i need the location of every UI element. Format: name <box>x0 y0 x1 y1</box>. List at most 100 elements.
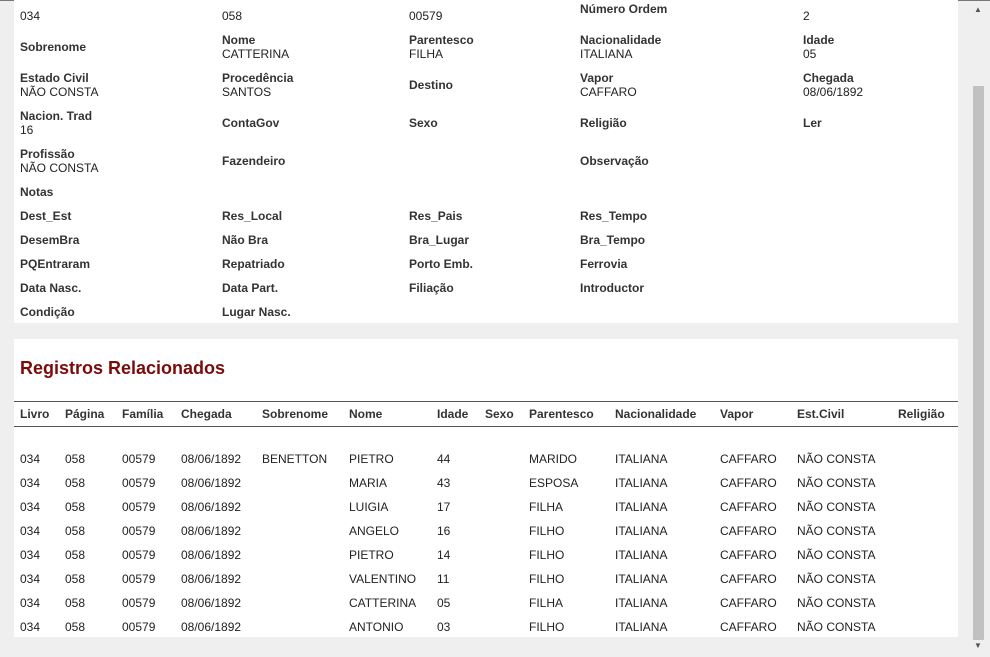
table-cell <box>892 543 958 567</box>
table-cell: 16 <box>437 524 451 538</box>
table-cell: 14 <box>437 548 451 562</box>
nao-bra-field: Não Bra <box>222 233 269 247</box>
table-row[interactable]: 034 058 00579 08/06/1892 VALENTINO 11 FILHO ITA… <box>14 567 958 591</box>
column-header: Parentesco <box>523 401 609 427</box>
dest-est-field: Dest_Est <box>20 209 72 223</box>
table-cell: NÃO CONSTA <box>797 524 876 538</box>
nome-field: Nome CATTERINA <box>222 33 290 61</box>
table-cell: PIETRO <box>349 452 394 466</box>
table-cell: CAFFARO <box>720 476 777 490</box>
table-cell: 00579 <box>122 476 156 490</box>
table-cell: 00579 <box>122 500 156 514</box>
table-cell <box>892 567 958 591</box>
table-cell: ITALIANA <box>615 596 668 610</box>
table-cell: 034 <box>20 452 41 466</box>
column-header: Família <box>116 401 175 427</box>
table-cell: 00579 <box>122 620 156 634</box>
table-row[interactable]: 034 058 00579 08/06/1892 ANTONIO 03 FILHO ITALI… <box>14 615 958 639</box>
familia-value: 00579 <box>409 9 443 23</box>
table-row[interactable]: 034 058 00579 08/06/1892 CATTERINA 05 FILHA ITA… <box>14 591 958 615</box>
ler-field: Ler <box>803 116 822 130</box>
triangle-down-icon[interactable]: ▼ <box>970 638 986 654</box>
chegada-field: Chegada 08/06/1892 <box>803 71 864 99</box>
table-cell <box>479 543 523 567</box>
table-cell: 058 <box>65 524 86 538</box>
table-cell: 034 <box>20 620 41 634</box>
table-cell: 05 <box>437 596 451 610</box>
table-cell: 11 <box>437 572 450 586</box>
table-row[interactable]: 034 058 00579 08/06/1892 BENETTON PIETRO 44 MAR… <box>14 447 958 471</box>
pagina-value: 058 <box>222 9 243 23</box>
table-cell: MARIA <box>349 476 388 490</box>
triangle-up-icon[interactable]: ▲ <box>970 2 986 18</box>
table-cell: 17 <box>437 500 451 514</box>
profissao-field: Profissão NÃO CONSTA <box>20 147 99 175</box>
table-cell: 034 <box>20 596 41 610</box>
column-header: Nome <box>343 401 431 427</box>
table-cell <box>479 447 523 471</box>
table-cell <box>892 447 958 471</box>
table-cell: ITALIANA <box>615 572 668 586</box>
table-cell: 058 <box>65 572 86 586</box>
table-cell: 00579 <box>122 572 156 586</box>
table-cell: 034 <box>20 524 41 538</box>
table-cell: 08/06/1892 <box>181 476 242 490</box>
table-cell: ITALIANA <box>615 620 668 634</box>
table-cell: CAFFARO <box>720 452 777 466</box>
table-cell: NÃO CONSTA <box>797 620 876 634</box>
related-records-table: Livro Página Família Chegada Sobrenome Nome Id… <box>14 401 958 639</box>
vertical-scrollbar[interactable]: ▲ ▼ <box>970 2 986 654</box>
bra-tempo-field: Bra_Tempo <box>580 233 646 247</box>
table-cell: 00579 <box>122 596 156 610</box>
table-cell <box>892 591 958 615</box>
table-row[interactable]: 034 058 00579 08/06/1892 LUIGIA 17 FILHA ITALIA… <box>14 495 958 519</box>
table-cell: 00579 <box>122 548 156 562</box>
table-cell: FILHO <box>529 524 565 538</box>
res-tempo-field: Res_Tempo <box>580 209 648 223</box>
table-row[interactable]: 034 058 00579 08/06/1892 PIETRO 14 FILHO ITALIA… <box>14 543 958 567</box>
table-cell: 058 <box>65 452 86 466</box>
related-records-panel: Registros Relacionados Livro Página Famíli… <box>14 339 958 637</box>
table-cell: ITALIANA <box>615 548 668 562</box>
table-cell <box>256 471 343 495</box>
observacao-field: Observação <box>580 154 649 168</box>
table-cell: 034 <box>20 548 41 562</box>
condicao-field: Condição <box>20 305 75 319</box>
table-cell: 034 <box>20 572 41 586</box>
introductor-field: Introductor <box>580 281 644 295</box>
table-cell: 08/06/1892 <box>181 524 242 538</box>
table-cell: CAFFARO <box>720 524 777 538</box>
table-cell: CAFFARO <box>720 572 777 586</box>
filiacao-field: Filiação <box>409 281 454 295</box>
column-header: Chegada <box>175 401 256 427</box>
table-cell: NÃO CONSTA <box>797 476 876 490</box>
table-row[interactable]: 034 058 00579 08/06/1892 MARIA 43 ESPOSA ITALIA… <box>14 471 958 495</box>
table-cell: ANGELO <box>349 524 400 538</box>
column-header: Vapor <box>714 401 791 427</box>
table-cell: 058 <box>65 620 86 634</box>
column-header: Sexo <box>479 401 523 427</box>
column-header: Est.Civil <box>791 401 892 427</box>
table-cell <box>892 519 958 543</box>
table-cell: FILHO <box>529 572 565 586</box>
table-row[interactable]: 034 058 00579 08/06/1892 ANGELO 16 FILHO ITALIA… <box>14 519 958 543</box>
table-cell: MARIDO <box>529 452 577 466</box>
column-header: Religião <box>892 401 958 427</box>
table-cell: 08/06/1892 <box>181 500 242 514</box>
table-cell: VALENTINO <box>349 572 417 586</box>
table-cell <box>479 567 523 591</box>
table-cell: ITALIANA <box>615 476 668 490</box>
table-cell: ITALIANA <box>615 452 668 466</box>
nacionalidade-field: Nacionalidade ITALIANA <box>580 33 662 61</box>
table-cell: 034 <box>20 500 41 514</box>
related-records-title: Registros Relacionados <box>20 358 226 378</box>
table-cell <box>256 495 343 519</box>
table-cell: 44 <box>437 452 451 466</box>
scrollbar-thumb[interactable] <box>973 86 984 640</box>
table-cell: NÃO CONSTA <box>797 572 876 586</box>
res-pais-field: Res_Pais <box>409 209 463 223</box>
table-cell: FILHO <box>529 548 565 562</box>
table-cell <box>256 615 343 639</box>
table-cell: 08/06/1892 <box>181 548 242 562</box>
table-spacer-row <box>14 427 958 448</box>
